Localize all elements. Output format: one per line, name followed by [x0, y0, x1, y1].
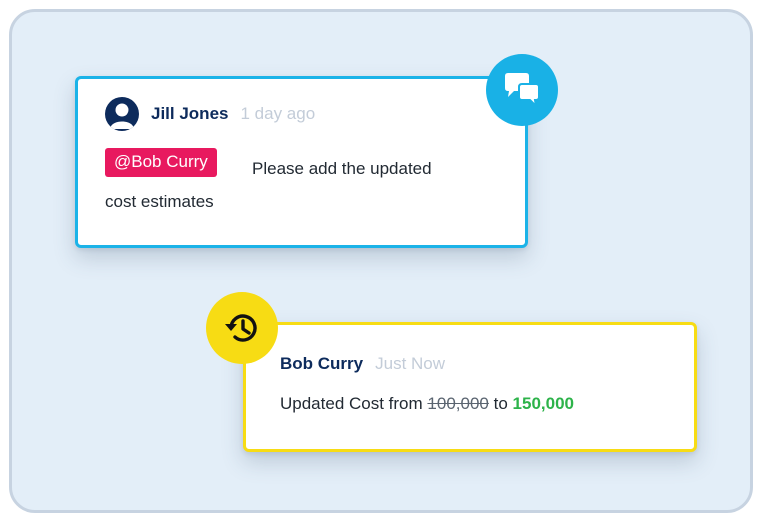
user-avatar-icon [105, 97, 139, 131]
new-value: 150,000 [512, 394, 574, 413]
old-value: 100,000 [427, 394, 489, 413]
comment-author: Jill Jones [151, 104, 229, 123]
comment-header: Jill Jones 1 day ago [105, 97, 315, 131]
update-time: Just Now [375, 354, 446, 373]
comment-text-line2: cost estimates [105, 192, 214, 211]
update-body: Updated Cost from 100,000 to 150,000 [280, 394, 574, 414]
update-connector: to [493, 394, 508, 413]
history-icon [206, 292, 278, 364]
update-header: Bob Curry Just Now [280, 354, 445, 374]
update-card: Bob Curry Just Now Updated Cost from 100… [243, 322, 697, 452]
comment-time: 1 day ago [240, 104, 316, 123]
update-prefix: Updated Cost from [280, 394, 423, 413]
chat-bubbles-icon [486, 54, 558, 126]
mention-tag[interactable]: @Bob Curry [105, 148, 217, 177]
comment-text-line1: Please add the updated [252, 159, 432, 178]
comment-card: Jill Jones 1 day ago @Bob Curry Please a… [75, 76, 528, 248]
update-author: Bob Curry [280, 354, 364, 373]
